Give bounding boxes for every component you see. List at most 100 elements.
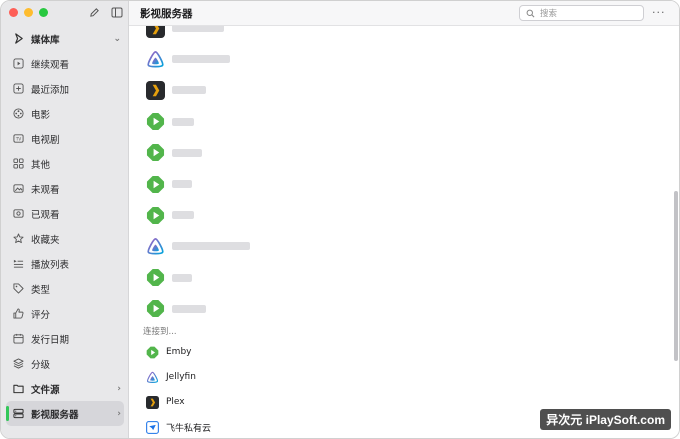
main-panel: 影视服务器 搜索 ··· 连接到... Emby Jellyfin Plex 飞牛私有… (129, 1, 679, 438)
chevron-right-icon[interactable]: › (117, 409, 121, 419)
calendar-icon (12, 333, 24, 345)
server-row[interactable] (145, 79, 206, 101)
layers-icon (12, 358, 24, 370)
sidebar-section-file-sources[interactable]: 文件源 › (1, 376, 129, 401)
sidebar-item-label: 类型 (31, 284, 51, 296)
sidebar-item-label: 收藏夹 (31, 234, 60, 246)
server-name-blurred (172, 273, 192, 282)
emby-icon (145, 345, 159, 359)
sidebar-item-label: 分级 (31, 359, 51, 371)
server-row[interactable] (145, 111, 194, 133)
plex-icon (145, 395, 159, 409)
sidebar-item-label: 发行日期 (31, 334, 70, 346)
server-row[interactable] (145, 173, 192, 195)
sidebar-item-label: 评分 (31, 309, 51, 321)
sidebar-item-playlists[interactable]: 播放列表 (1, 251, 129, 276)
sidebar-section-media-library[interactable]: 媒体库 ⌄ (1, 26, 129, 51)
watermark-logo: 异次元 iPlaySoft.com (540, 409, 671, 430)
jellyfin-icon (145, 370, 159, 384)
connect-option-label: Emby (166, 347, 192, 357)
sidebar-item-tv-shows[interactable]: TV 电视剧 (1, 126, 129, 151)
jellyfin-icon (145, 49, 165, 69)
sidebar-item-others[interactable]: 其他 (1, 151, 129, 176)
server-name-blurred (172, 180, 192, 188)
picture-icon (12, 183, 24, 195)
sidebar-item-label: 电视剧 (31, 134, 60, 146)
sidebar-item-label: 播放列表 (31, 259, 70, 271)
sidebar-item-label: 媒体库 (31, 34, 60, 46)
thumbs-up-icon (12, 308, 24, 320)
sidebar-item-watched[interactable]: 已观看 (1, 201, 129, 226)
emby-icon (145, 174, 165, 194)
connect-option-emby[interactable]: Emby (145, 344, 192, 360)
server-name-blurred (172, 304, 206, 313)
search-input[interactable]: 搜索 (519, 5, 644, 21)
sidebar-item-movies[interactable]: 电影 (1, 101, 129, 126)
grid-icon (12, 158, 24, 170)
connect-option-jellyfin[interactable]: Jellyfin (145, 369, 196, 385)
jellyfin-icon (145, 236, 165, 256)
sidebar-item-label: 继续观看 (31, 59, 70, 71)
minimize-window-button[interactable] (24, 8, 33, 17)
connect-option-label: 飞牛私有云 (166, 423, 212, 434)
sidebar-item-favorites[interactable]: 收藏夹 (1, 226, 129, 251)
close-window-button[interactable] (9, 8, 18, 17)
server-row[interactable] (145, 267, 192, 289)
server-name-blurred (172, 211, 194, 220)
sidebar-item-label: 最近添加 (31, 84, 70, 96)
chevron-down-icon[interactable]: ⌄ (113, 34, 121, 44)
folder-icon (12, 383, 24, 395)
scrollbar[interactable] (674, 191, 678, 361)
server-name-blurred (172, 26, 224, 32)
chevron-right-icon[interactable]: › (117, 384, 121, 394)
sidebar-item-continue-watching[interactable]: 继续观看 (1, 51, 129, 76)
search-placeholder: 搜索 (540, 9, 558, 19)
emby-icon (145, 205, 165, 225)
server-row[interactable] (145, 142, 202, 164)
tag-icon (12, 283, 24, 295)
server-name-blurred (172, 117, 194, 126)
playlist-icon (12, 258, 24, 270)
sidebar-item-ratings[interactable]: 评分 (1, 301, 129, 326)
sidebar-list: 媒体库 ⌄ 继续观看最近添加电影 TV 电视剧其他未观看已观看收藏夹播放列表类型评分发行… (1, 26, 129, 426)
connect-option-label: Jellyfin (166, 372, 196, 382)
svg-text:TV: TV (14, 136, 21, 141)
connect-to-heading: 连接到... (143, 327, 177, 337)
sidebar-item-unwatched[interactable]: 未观看 (1, 176, 129, 201)
eye-icon (12, 208, 24, 220)
server-name-blurred (172, 86, 206, 95)
sidebar-item-genres[interactable]: 类型 (1, 276, 129, 301)
zoom-window-button[interactable] (39, 8, 48, 17)
sidebar-section-media-servers[interactable]: 影视服务器 › (6, 401, 124, 426)
sidebar-item-release-date[interactable]: 发行日期 (1, 326, 129, 351)
server-row[interactable] (145, 26, 224, 39)
sidebar-item-recently-added[interactable]: 最近添加 (1, 76, 129, 101)
window-controls (9, 8, 48, 17)
server-row[interactable] (145, 48, 230, 70)
toggle-sidebar-icon[interactable] (110, 6, 123, 19)
server-name-blurred (172, 242, 250, 251)
plex-icon (145, 26, 165, 38)
search-icon (526, 9, 535, 18)
server-row[interactable] (145, 298, 206, 320)
sidebar-item-tiers[interactable]: 分级 (1, 351, 129, 376)
connect-option-feiniu[interactable]: 飞牛私有云 (145, 419, 211, 435)
emby-icon (145, 143, 165, 163)
plex-icon (145, 80, 165, 100)
sidebar-item-label: 影视服务器 (31, 409, 79, 421)
server-row[interactable] (145, 235, 250, 257)
more-options-icon[interactable]: ··· (652, 6, 666, 19)
connect-option-plex[interactable]: Plex (145, 394, 185, 410)
connect-option-label: Plex (166, 397, 185, 407)
sidebar-item-label: 其他 (31, 159, 51, 171)
server-list: 连接到... Emby Jellyfin Plex 飞牛私有云 (129, 26, 679, 438)
edit-pencil-icon[interactable] (88, 6, 101, 19)
server-row[interactable] (145, 204, 194, 226)
sidebar-item-label: 已观看 (31, 209, 60, 221)
feiniu-cloud-icon (145, 420, 159, 434)
star-icon (12, 233, 24, 245)
tv-icon: TV (12, 133, 24, 145)
sidebar-item-label: 电影 (31, 109, 51, 121)
play-square-icon (12, 58, 24, 70)
sidebar-toolbar (88, 6, 123, 19)
